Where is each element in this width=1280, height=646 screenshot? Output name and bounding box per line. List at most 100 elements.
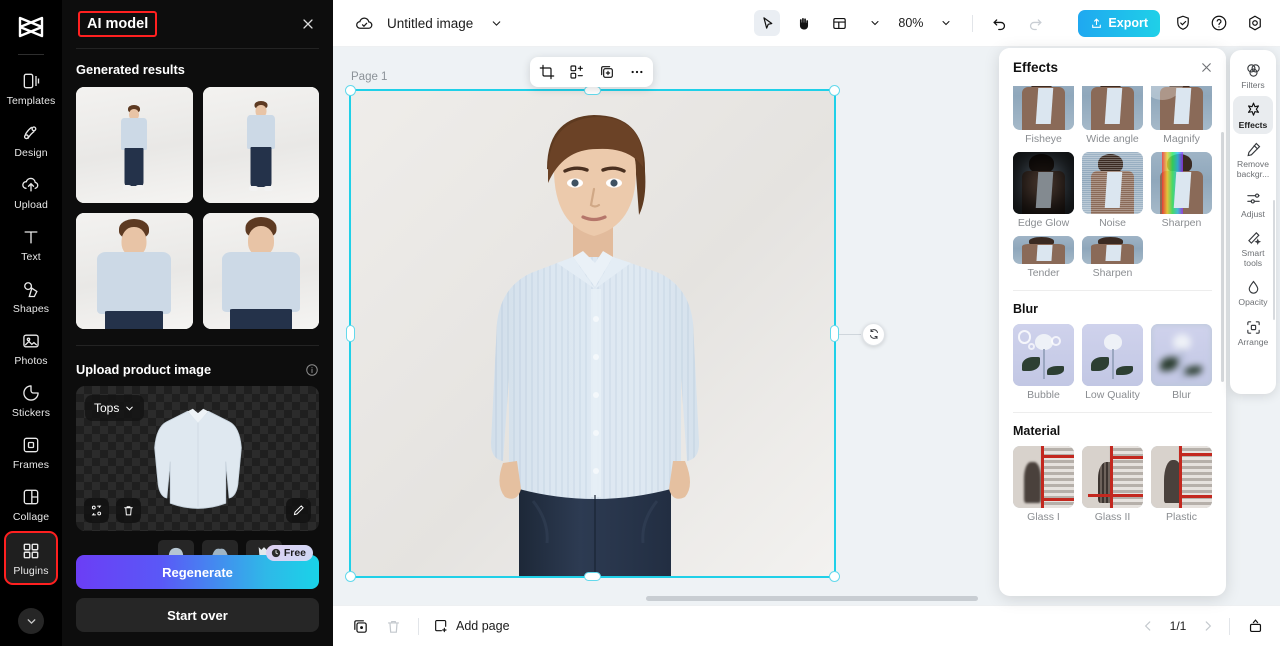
sidebar-item-upload[interactable]: Upload (4, 167, 58, 217)
resize-handle-top-left[interactable] (345, 85, 356, 96)
sidebar-item-plugins[interactable]: Plugins (4, 531, 58, 585)
crop-icon[interactable] (537, 63, 556, 82)
edit-icon[interactable] (286, 498, 311, 523)
resize-handle-left[interactable] (346, 324, 355, 342)
effect-item[interactable]: Sharpen (1082, 236, 1143, 279)
generated-results-grid (76, 87, 319, 329)
redo-button[interactable] (1022, 10, 1048, 36)
effect-label: Glass II (1094, 511, 1131, 523)
timeline-icon[interactable] (1244, 615, 1266, 637)
generated-result-item[interactable] (76, 213, 193, 329)
effect-label: Noise (1099, 217, 1126, 229)
duplicate-page-icon[interactable] (349, 615, 371, 637)
right-item-opacity[interactable]: Opacity (1233, 273, 1273, 312)
more-icon[interactable] (627, 63, 646, 82)
sidebar-item-templates[interactable]: Templates (4, 63, 58, 113)
effect-item[interactable]: Edge Glow (1013, 152, 1074, 229)
shield-check-icon[interactable] (1170, 10, 1196, 36)
sidebar-item-shapes[interactable]: Shapes (4, 271, 58, 321)
effect-item[interactable]: Magnify (1151, 86, 1212, 145)
zoom-dropdown[interactable] (933, 10, 959, 36)
resize-handle-bottom-left[interactable] (345, 571, 356, 582)
capcut-logo[interactable] (16, 14, 46, 40)
effect-item[interactable]: Blur (1151, 324, 1212, 401)
effect-thumbnail (1013, 446, 1074, 508)
right-sidebar-scrollbar[interactable] (1272, 200, 1275, 320)
generated-result-item[interactable] (76, 87, 193, 203)
next-page-button[interactable] (1201, 619, 1215, 633)
effect-item[interactable]: Tender (1013, 236, 1074, 279)
right-item-effects[interactable]: Effects (1233, 95, 1273, 135)
layout-tool-button[interactable] (826, 10, 852, 36)
replace-icon[interactable] (84, 498, 109, 523)
garment-thumb-1[interactable] (158, 540, 194, 555)
info-icon[interactable] (305, 363, 319, 377)
effect-thumbnail (1082, 446, 1143, 508)
arrange-icon[interactable] (567, 63, 586, 82)
right-item-label: Remove backgr... (1236, 159, 1270, 179)
effect-thumbnail (1151, 86, 1212, 130)
canvas-horizontal-scrollbar[interactable] (646, 596, 978, 601)
effect-item[interactable]: Glass I (1013, 446, 1074, 523)
effect-item[interactable]: Sharpen (1151, 152, 1212, 229)
effect-item[interactable]: Bubble (1013, 324, 1074, 401)
prev-page-button[interactable] (1141, 619, 1155, 633)
right-item-filters[interactable]: Filters (1233, 56, 1273, 95)
layout-dropdown[interactable] (862, 10, 888, 36)
resize-handle-right[interactable] (830, 324, 839, 342)
right-item-remove-background[interactable]: Remove backgr... (1233, 135, 1273, 183)
resize-handle-bottom-right[interactable] (829, 571, 840, 582)
effect-item[interactable]: Wide angle (1082, 86, 1143, 145)
export-button[interactable]: Export (1078, 9, 1160, 37)
close-icon[interactable] (297, 13, 319, 35)
effect-item[interactable]: Glass II (1082, 446, 1143, 523)
chevron-left-icon (1144, 621, 1151, 631)
effect-thumbnail (1082, 236, 1143, 264)
start-over-button[interactable]: Start over (76, 598, 319, 632)
effect-item[interactable]: Low Quality (1082, 324, 1143, 401)
resize-handle-bottom[interactable] (583, 572, 601, 581)
right-item-arrange[interactable]: Arrange (1233, 313, 1273, 352)
sidebar-item-text[interactable]: Text (4, 219, 58, 269)
product-image-preview[interactable]: Tops (76, 386, 319, 531)
document-title[interactable]: Untitled image (387, 16, 473, 31)
sidebar-item-frames[interactable]: Frames (4, 427, 58, 477)
sidebar-item-photos[interactable]: Photos (4, 323, 58, 373)
effects-panel-body[interactable]: Fisheye Wide angle Magnify Edge Glow Noi… (999, 86, 1226, 596)
effect-item[interactable]: Fisheye (1013, 86, 1074, 145)
selected-image-object[interactable] (345, 85, 885, 582)
select-tool-button[interactable] (754, 10, 781, 36)
text-icon (20, 226, 42, 248)
garment-thumb-2[interactable] (202, 540, 238, 555)
resize-handle-top[interactable] (583, 86, 601, 95)
chevron-down-icon[interactable] (483, 10, 509, 36)
rotate-handle[interactable] (862, 322, 885, 346)
category-dropdown[interactable]: Tops (85, 395, 145, 421)
sidebar-item-design[interactable]: Design (4, 115, 58, 165)
sidebar-item-collage[interactable]: Collage (4, 479, 58, 529)
cloud-save-icon[interactable] (351, 10, 377, 36)
settings-icon[interactable] (1242, 10, 1268, 36)
zoom-level[interactable]: 80% (898, 16, 923, 30)
right-item-adjust[interactable]: Adjust (1233, 185, 1273, 224)
right-item-label: Effects (1238, 119, 1268, 130)
duplicate-icon[interactable] (597, 63, 616, 82)
chevron-down-icon (126, 406, 134, 411)
delete-page-icon[interactable] (382, 615, 404, 637)
add-page-button[interactable]: Add page (433, 618, 510, 634)
effect-item[interactable]: Noise (1082, 152, 1143, 229)
generated-result-item[interactable] (202, 87, 319, 203)
right-item-smart-tools[interactable]: Smart tools (1233, 224, 1273, 272)
delete-icon[interactable] (116, 498, 141, 523)
effect-item[interactable]: Plastic (1151, 446, 1212, 523)
undo-button[interactable] (986, 10, 1012, 36)
close-icon[interactable] (1199, 60, 1214, 75)
resize-handle-top-right[interactable] (829, 85, 840, 96)
generated-result-item[interactable] (202, 213, 319, 329)
sidebar-expand-button[interactable] (18, 608, 44, 634)
sidebar-item-stickers[interactable]: Stickers (4, 375, 58, 425)
help-icon[interactable] (1206, 10, 1232, 36)
effects-panel-scrollbar[interactable] (1221, 132, 1224, 382)
floating-object-toolbar (530, 57, 653, 87)
hand-tool-button[interactable] (790, 10, 816, 36)
